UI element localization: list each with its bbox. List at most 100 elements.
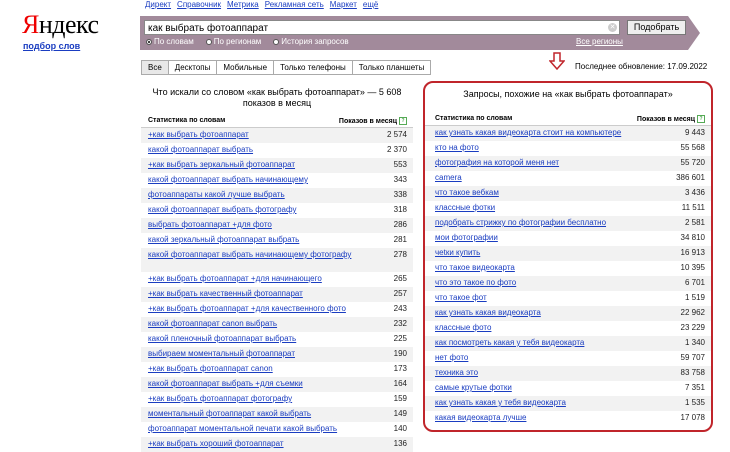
nav-direct[interactable]: Директ (145, 0, 171, 9)
radio-label: По словам (154, 37, 194, 46)
query-link[interactable]: какая видеокарта лучше (435, 411, 526, 424)
query-link[interactable]: классные фотки (435, 201, 495, 214)
impressions-count: 149 (393, 409, 407, 418)
query-link[interactable]: чеtки купить (435, 246, 480, 259)
query-link[interactable]: что это такое по фото (435, 276, 516, 289)
nav-metrika[interactable]: Метрика (227, 0, 259, 9)
last-updated: Последнее обновление: 17.09.2022 (575, 62, 708, 71)
left-table-header: Статистика по словам Показов в месяц ? (141, 113, 413, 128)
tab-tablets[interactable]: Только планшеты (351, 60, 432, 75)
device-tabs: Все Десктопы Мобильные Только телефоны Т… (141, 60, 432, 75)
column-header-query: Статистика по словам (435, 115, 513, 122)
query-link[interactable]: какой фотоаппарат выбрать (148, 143, 253, 156)
query-link[interactable]: мои фотографии (435, 231, 498, 244)
query-link[interactable]: какой зеркальный фотоаппарат выбрать (148, 233, 299, 246)
query-link[interactable]: +как выбрать фотоаппарат +для начинающег… (148, 272, 322, 285)
search-bar-arrow (688, 16, 700, 50)
table-row: нет фото 59 707 (425, 351, 711, 366)
query-link[interactable]: +как выбрать хороший фотоаппарат (148, 437, 284, 450)
tab-all[interactable]: Все (141, 60, 169, 75)
table-row: какой фотоаппарат выбрать +для съемки 164 (141, 377, 413, 392)
nav-more[interactable]: ещё (363, 0, 378, 9)
query-link[interactable]: нет фото (435, 351, 468, 364)
query-link[interactable]: какой пленочный фотоаппарат выбрать (148, 332, 296, 345)
query-link[interactable]: какой фотоаппарат выбрать начинающему фо… (148, 250, 351, 259)
query-link[interactable]: +как выбрать качественный фотоаппарат (148, 287, 303, 300)
query-link[interactable]: как узнать какая у тебя видеокарта (435, 396, 566, 409)
tab-mobile[interactable]: Мобильные (216, 60, 275, 75)
search-input[interactable]: как выбрать фотоаппарат ✕ (144, 20, 620, 35)
clear-icon[interactable]: ✕ (608, 23, 617, 32)
regions-link[interactable]: Все регионы (576, 37, 623, 46)
nav-market[interactable]: Маркет (330, 0, 357, 9)
impressions-count: 55 568 (680, 143, 705, 152)
query-link[interactable]: кто на фото (435, 141, 479, 154)
impressions-count: 9 443 (684, 128, 705, 137)
query-link[interactable]: camera (435, 171, 462, 184)
yandex-logo[interactable]: Яндекс (22, 12, 99, 38)
query-link[interactable]: +как выбрать фотоаппарат фотографу (148, 392, 292, 405)
impressions-count: 338 (393, 190, 407, 199)
query-link[interactable]: фотография на которой меня нет (435, 156, 559, 169)
query-link[interactable]: как посмотреть какая у тебя видеокарта (435, 336, 584, 349)
query-link[interactable]: какой фотоаппарат выбрать фотографу (148, 203, 296, 216)
query-link[interactable]: что такое вебкам (435, 186, 499, 199)
search-bar: как выбрать фотоаппарат ✕ Подобрать По с… (140, 16, 700, 50)
table-row: +как выбрать зеркальный фотоаппарат 553 (141, 158, 413, 173)
query-link[interactable]: как узнать какая видеокарта (435, 306, 541, 319)
query-link[interactable]: какой фотоаппарат выбрать +для съемки (148, 377, 303, 390)
query-link[interactable]: +как выбрать фотоаппарат canon (148, 362, 273, 375)
query-link[interactable]: фотоаппарат моментальной печати какой вы… (148, 422, 337, 435)
query-link[interactable]: какой фотоаппарат выбрать начинающему (148, 173, 308, 186)
query-link[interactable]: +как выбрать зеркальный фотоаппарат (148, 158, 295, 171)
impressions-count: 1 340 (684, 338, 705, 347)
query-link[interactable]: классные фото (435, 321, 491, 334)
column-header-count: Показов в месяц ? (339, 117, 407, 125)
query-link[interactable]: что такое видеокарта (435, 261, 515, 274)
radio-dot-checked (146, 38, 152, 45)
query-link[interactable]: подобрать стрижку по фотографии бесплатн… (435, 216, 606, 229)
query-link[interactable]: какой фотоаппарат canon выбрать (148, 317, 277, 330)
tab-desktop[interactable]: Десктопы (167, 60, 218, 75)
query-link[interactable]: техника это (435, 366, 478, 379)
table-row: что такое вебкам 3 436 (425, 186, 711, 201)
right-panel-title: Запросы, похожие на «как выбрать фотоапп… (463, 89, 673, 99)
query-link[interactable]: +как выбрать фотоаппарат (148, 128, 249, 141)
table-row: +как выбрать фотоаппарат 2 574 (141, 128, 413, 143)
query-link[interactable]: как узнать какая видеокарта стоит на ком… (435, 126, 621, 139)
query-link[interactable]: что такое фот (435, 291, 487, 304)
help-icon[interactable]: ? (697, 115, 705, 123)
query-link[interactable]: выбрать фотоаппарат +для фото (148, 218, 272, 231)
radio-by-words[interactable]: По словам (146, 37, 194, 46)
search-button[interactable]: Подобрать (627, 20, 686, 35)
query-link[interactable]: самые крутые фотки (435, 381, 512, 394)
query-link[interactable]: моментальный фотоаппарат какой выбрать (148, 407, 311, 420)
query-link[interactable]: выбираем моментальный фотоаппарат (148, 347, 295, 360)
impressions-count: 232 (393, 319, 407, 328)
arrow-down-icon (549, 52, 565, 70)
column-header-count: Показов в месяц ? (637, 115, 705, 123)
table-row: как узнать какая видеокарта 22 962 (425, 306, 711, 321)
radio-by-regions[interactable]: По регионам (205, 37, 261, 46)
query-link[interactable]: +как выбрать фотоаппарат +для качественн… (148, 302, 346, 315)
impressions-count: 318 (393, 205, 407, 214)
impressions-count: 386 601 (676, 173, 705, 182)
impressions-count: 2 574 (386, 130, 407, 139)
table-row: +как выбрать фотоаппарат +для качественн… (141, 302, 413, 317)
radio-history[interactable]: История запросов (273, 37, 349, 46)
table-row: как узнать какая видеокарта стоит на ком… (425, 126, 711, 141)
table-row: чеtки купить 16 913 (425, 246, 711, 261)
impressions-count: 281 (393, 235, 407, 244)
wordstat-link[interactable]: подбор слов (23, 41, 80, 51)
tab-phones[interactable]: Только телефоны (273, 60, 353, 75)
nav-ad-network[interactable]: Рекламная сеть (265, 0, 324, 9)
help-icon[interactable]: ? (399, 117, 407, 125)
table-row: какой пленочный фотоаппарат выбрать 225 (141, 332, 413, 347)
left-table-body: +как выбрать фотоаппарат 2 574 какой фотоа… (141, 128, 413, 452)
query-link[interactable]: фотоаппараты какой лучше выбрать (148, 188, 285, 201)
left-panel-title: Что искали со словом «как выбрать фотоап… (152, 87, 402, 108)
nav-reference[interactable]: Справочник (177, 0, 221, 9)
impressions-count: 257 (393, 289, 407, 298)
impressions-count: 55 720 (680, 158, 705, 167)
table-row: +как выбрать фотоаппарат canon 173 (141, 362, 413, 377)
